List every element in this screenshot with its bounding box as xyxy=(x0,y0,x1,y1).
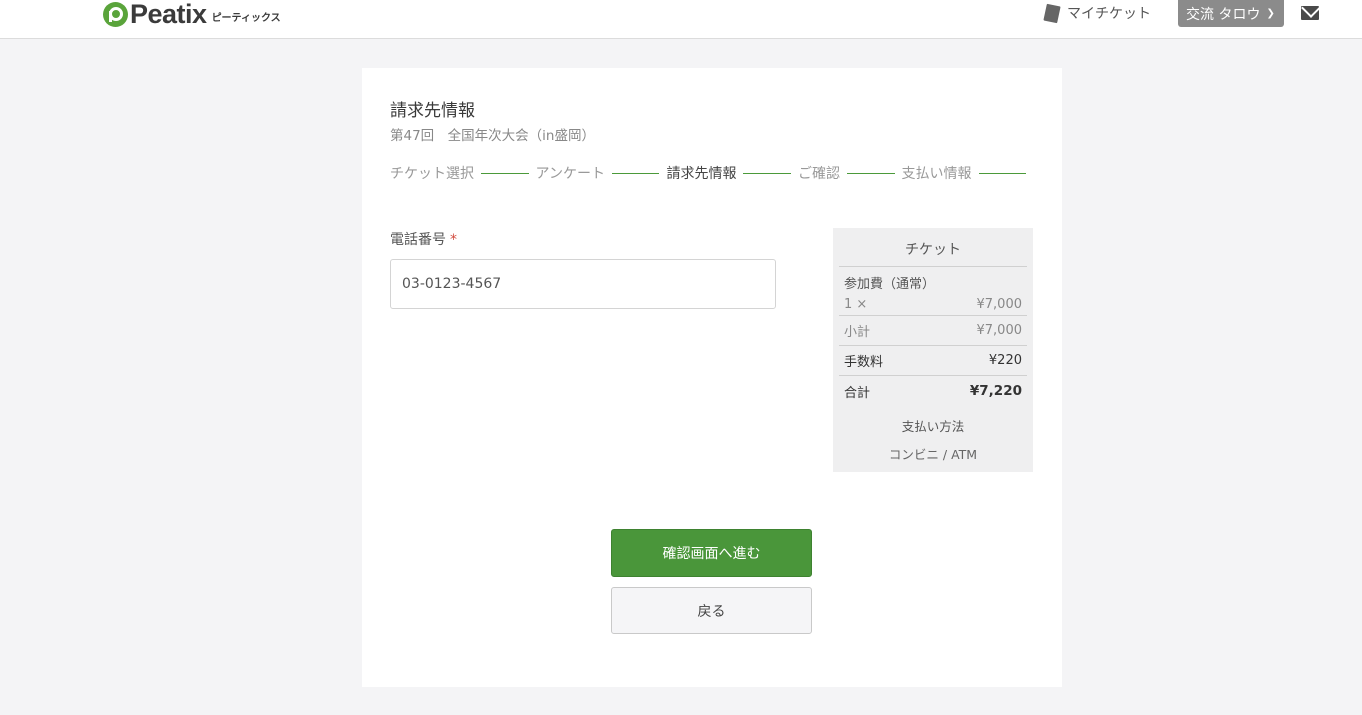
back-button[interactable]: 戻る xyxy=(611,587,812,634)
fee-value: ¥220 xyxy=(988,353,1022,368)
step-survey: アンケート xyxy=(535,166,605,182)
logo-text: Peatix xyxy=(130,0,207,29)
step-connector xyxy=(978,172,1027,174)
logo-subtext: ピーティックス xyxy=(211,13,281,24)
step-payment-info: 支払い情報 xyxy=(901,166,972,182)
phone-label: 電話番号 * xyxy=(390,229,457,249)
step-confirm: ご確認 xyxy=(798,166,840,182)
user-name: 交流 タロウ xyxy=(1186,6,1261,23)
order-summary: チケット 参加費（通常） 1 × ¥7,000 小計 ¥7,000 手数料 ¥2… xyxy=(833,228,1033,472)
payment-method-label: 支払い方法 xyxy=(901,419,965,434)
phone-input[interactable] xyxy=(390,259,776,309)
peatix-logo[interactable]: Peatix ピーティックス xyxy=(103,0,281,28)
step-connector xyxy=(611,172,660,174)
total-row: 合計 ¥7,220 xyxy=(839,376,1027,406)
step-connector xyxy=(481,172,529,174)
total-value: ¥7,220 xyxy=(969,383,1022,399)
step-connector xyxy=(847,172,895,174)
top-header: Peatix ピーティックス マイチケット 交流 タロウ ❯ xyxy=(0,0,1362,39)
subtotal-value: ¥7,000 xyxy=(976,323,1023,338)
ticket-qty: 1 × xyxy=(844,297,868,312)
ticket-icon xyxy=(1043,3,1061,23)
subtotal-row: 小計 ¥7,000 xyxy=(839,316,1027,346)
payment-method-value: コンビニ / ATM xyxy=(888,447,978,462)
summary-heading: チケット xyxy=(839,228,1027,267)
my-tickets-link[interactable]: マイチケット xyxy=(1043,3,1151,23)
subtotal-label: 小計 xyxy=(844,325,871,340)
step-ticket-select: チケット選択 xyxy=(390,166,474,182)
checkout-card: 請求先情報 第47回 全国年次大会（in盛岡） チケット選択 アンケート 請求先… xyxy=(362,68,1062,687)
event-name: 第47回 全国年次大会（in盛岡） xyxy=(390,128,595,144)
phone-label-text: 電話番号 xyxy=(390,232,446,248)
fee-label: 手数料 xyxy=(844,355,884,370)
proceed-to-confirm-button[interactable]: 確認画面へ進む xyxy=(611,529,812,577)
peatix-logo-icon xyxy=(103,1,128,27)
step-billing-info: 請求先情報 xyxy=(666,166,737,182)
ticket-price: ¥7,000 xyxy=(976,297,1023,312)
checkout-steps: チケット選択 アンケート 請求先情報 ご確認 支払い情報 xyxy=(390,163,1033,183)
page-title: 請求先情報 xyxy=(390,101,475,121)
my-tickets-label: マイチケット xyxy=(1067,6,1151,22)
fee-row: 手数料 ¥220 xyxy=(839,346,1027,376)
ticket-item-name: 参加費（通常） xyxy=(844,277,936,292)
user-menu-button[interactable]: 交流 タロウ ❯ xyxy=(1178,0,1284,27)
total-label: 合計 xyxy=(844,385,871,401)
ticket-qty-row: 1 × ¥7,000 xyxy=(839,292,1027,316)
chevron-down-icon: ❯ xyxy=(1266,8,1275,19)
mail-icon[interactable] xyxy=(1301,6,1319,20)
step-connector xyxy=(743,172,791,174)
required-mark: * xyxy=(450,232,457,248)
